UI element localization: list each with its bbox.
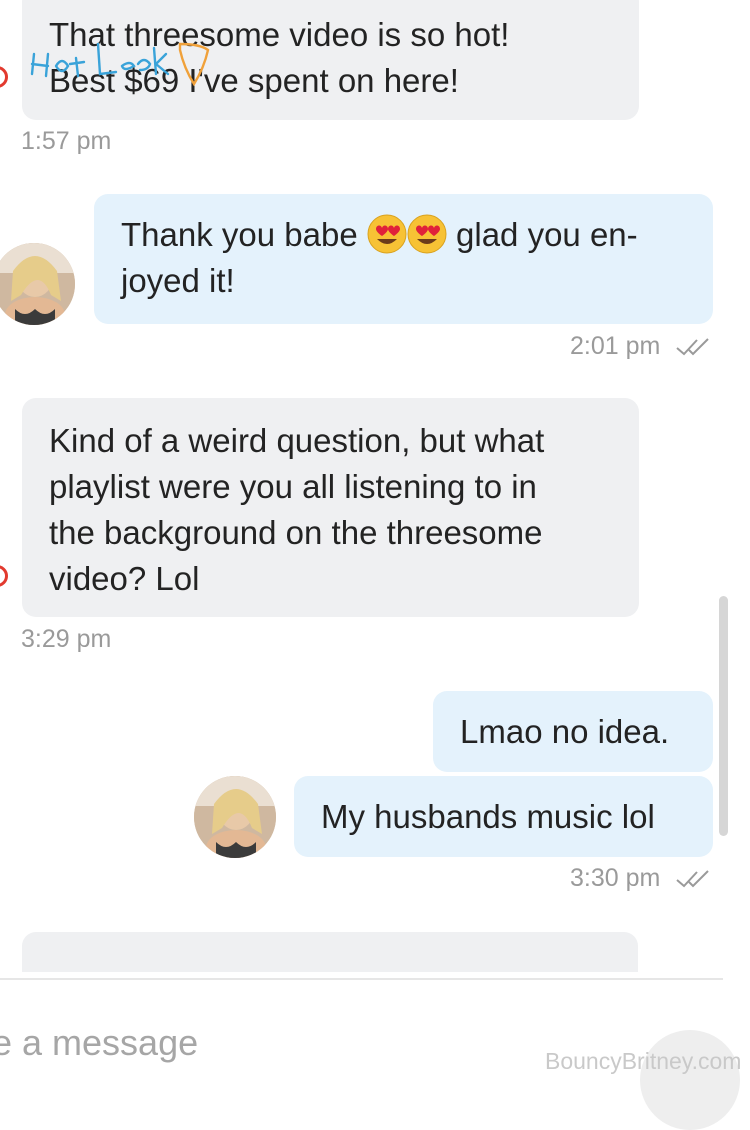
timestamp-text: 2:01 pm <box>570 332 661 360</box>
message-text: Lmao no idea. <box>460 713 670 750</box>
message-line: joyed it! <box>121 262 235 299</box>
composer-divider <box>0 978 723 980</box>
message-input[interactable]: e a message <box>0 1022 198 1064</box>
message-line: Thank you babe glad you en- <box>121 212 713 258</box>
read-receipt-icon <box>676 338 710 356</box>
outgoing-message-bubble[interactable]: My husbands music lol <box>294 776 713 857</box>
message-timestamp: 3:29 pm <box>21 625 112 653</box>
sender-avatar-edge <box>0 565 8 587</box>
incoming-message-bubble[interactable] <box>22 932 638 972</box>
sender-avatar-edge <box>0 66 8 88</box>
message-timestamp: 2:01 pm <box>570 332 715 361</box>
outgoing-message-bubble[interactable]: Thank you babe glad you en- joyed it! <box>94 194 713 324</box>
message-text: My husbands music lol <box>321 798 655 835</box>
message-line: the background on the threesome <box>49 514 543 551</box>
read-receipt-icon <box>676 870 710 888</box>
message-text: Thank you babe <box>121 216 358 253</box>
avatar-photo <box>194 776 276 858</box>
timestamp-text: 3:30 pm <box>570 864 661 892</box>
send-button[interactable] <box>640 1030 740 1130</box>
message-text: glad you en- <box>456 216 638 253</box>
scrollbar[interactable] <box>719 596 728 836</box>
message-timestamp: 3:30 pm <box>570 864 715 893</box>
heart-eyes-emoji-icon <box>367 214 407 254</box>
chat-thread[interactable]: That threesome video is so hot! Best $69… <box>0 0 750 975</box>
site-watermark: BouncyBritney.com <box>545 1048 742 1074</box>
outgoing-message-bubble[interactable]: Lmao no idea. <box>433 691 713 772</box>
heart-eyes-emoji-icon <box>407 214 447 254</box>
avatar[interactable] <box>0 243 75 325</box>
message-line: video? Lol <box>49 560 200 597</box>
message-line: playlist were you all listening to in <box>49 468 537 505</box>
message-line: Kind of a weird question, but what <box>49 422 545 459</box>
message-timestamp: 1:57 pm <box>21 127 112 155</box>
avatar-photo <box>0 243 75 325</box>
hot-leak-watermark-logo <box>30 42 210 87</box>
incoming-message-bubble[interactable]: Kind of a weird question, but what playl… <box>22 398 639 617</box>
avatar[interactable] <box>194 776 276 858</box>
